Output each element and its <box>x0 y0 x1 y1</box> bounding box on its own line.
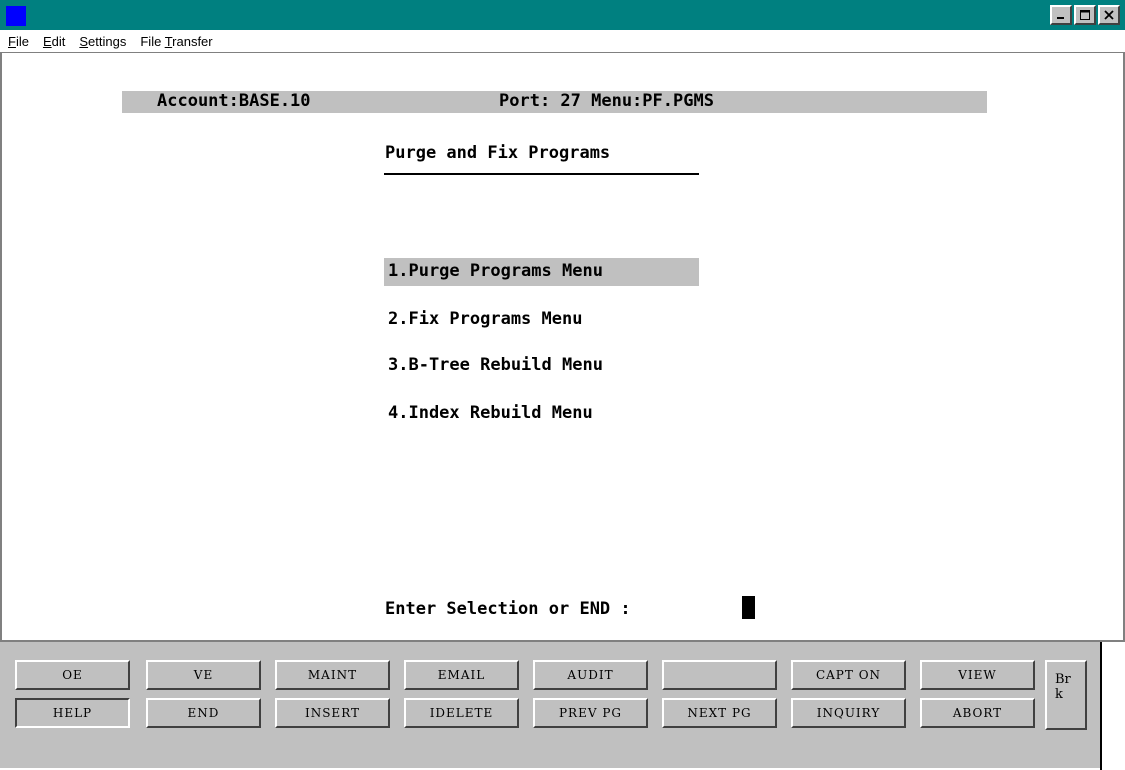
minimize-icon <box>1057 17 1064 19</box>
fkey-oe[interactable]: OE <box>15 660 130 690</box>
break-label-line2: k <box>1055 687 1063 702</box>
fkey-inquiry[interactable]: INQUIRY <box>791 698 906 728</box>
window-title-bar[interactable] <box>0 0 1125 30</box>
fkey-ve[interactable]: VE <box>146 660 261 690</box>
close-button[interactable] <box>1098 5 1120 25</box>
function-key-panel: OE VE MAINT EMAIL AUDIT CAPT ON VIEW HEL… <box>0 640 1125 770</box>
page-title: Purge and Fix Programs <box>385 143 611 163</box>
fkey-insert[interactable]: INSERT <box>275 698 390 728</box>
port-menu-label: Port: 27 Menu:PF.PGMS <box>499 91 714 111</box>
break-button[interactable]: Br k <box>1045 660 1087 730</box>
fkey-idelete[interactable]: IDELETE <box>404 698 519 728</box>
text-cursor[interactable] <box>742 596 755 619</box>
title-underline <box>384 173 699 175</box>
fkey-blank[interactable] <box>662 660 777 690</box>
fkey-help[interactable]: HELP <box>15 698 130 728</box>
selection-prompt: Enter Selection or END : <box>385 599 631 619</box>
fkey-view[interactable]: VIEW <box>920 660 1035 690</box>
menu-option-4[interactable]: 4.Index Rebuild Menu <box>388 403 593 423</box>
menu-file-transfer[interactable]: File Transfer <box>140 34 212 49</box>
fkey-next-pg[interactable]: NEXT PG <box>662 698 777 728</box>
menu-option-1[interactable]: 1.Purge Programs Menu <box>388 261 603 281</box>
menu-option-3[interactable]: 3.B-Tree Rebuild Menu <box>388 355 603 375</box>
fkey-prev-pg[interactable]: PREV PG <box>533 698 648 728</box>
close-icon <box>1104 10 1114 20</box>
fkey-abort[interactable]: ABORT <box>920 698 1035 728</box>
menu-settings[interactable]: Settings <box>79 34 126 49</box>
break-label-line1: Br <box>1055 672 1071 687</box>
terminal-app-icon <box>6 6 26 26</box>
fkey-email[interactable]: EMAIL <box>404 660 519 690</box>
fkey-maint[interactable]: MAINT <box>275 660 390 690</box>
fkey-audit[interactable]: AUDIT <box>533 660 648 690</box>
account-label: Account:BASE.10 <box>157 91 311 111</box>
menu-edit[interactable]: Edit <box>43 34 65 49</box>
terminal-screen[interactable]: Account:BASE.10 Port: 27 Menu:PF.PGMS Pu… <box>0 53 1125 640</box>
menu-file[interactable]: File <box>8 34 29 49</box>
maximize-icon <box>1080 10 1090 20</box>
maximize-button[interactable] <box>1074 5 1096 25</box>
menu-bar: File Edit Settings File Transfer <box>0 30 1125 53</box>
fkey-end[interactable]: END <box>146 698 261 728</box>
menu-option-2[interactable]: 2.Fix Programs Menu <box>388 309 582 329</box>
panel-right-edge <box>1100 642 1125 770</box>
minimize-button[interactable] <box>1050 5 1072 25</box>
fkey-capt-on[interactable]: CAPT ON <box>791 660 906 690</box>
